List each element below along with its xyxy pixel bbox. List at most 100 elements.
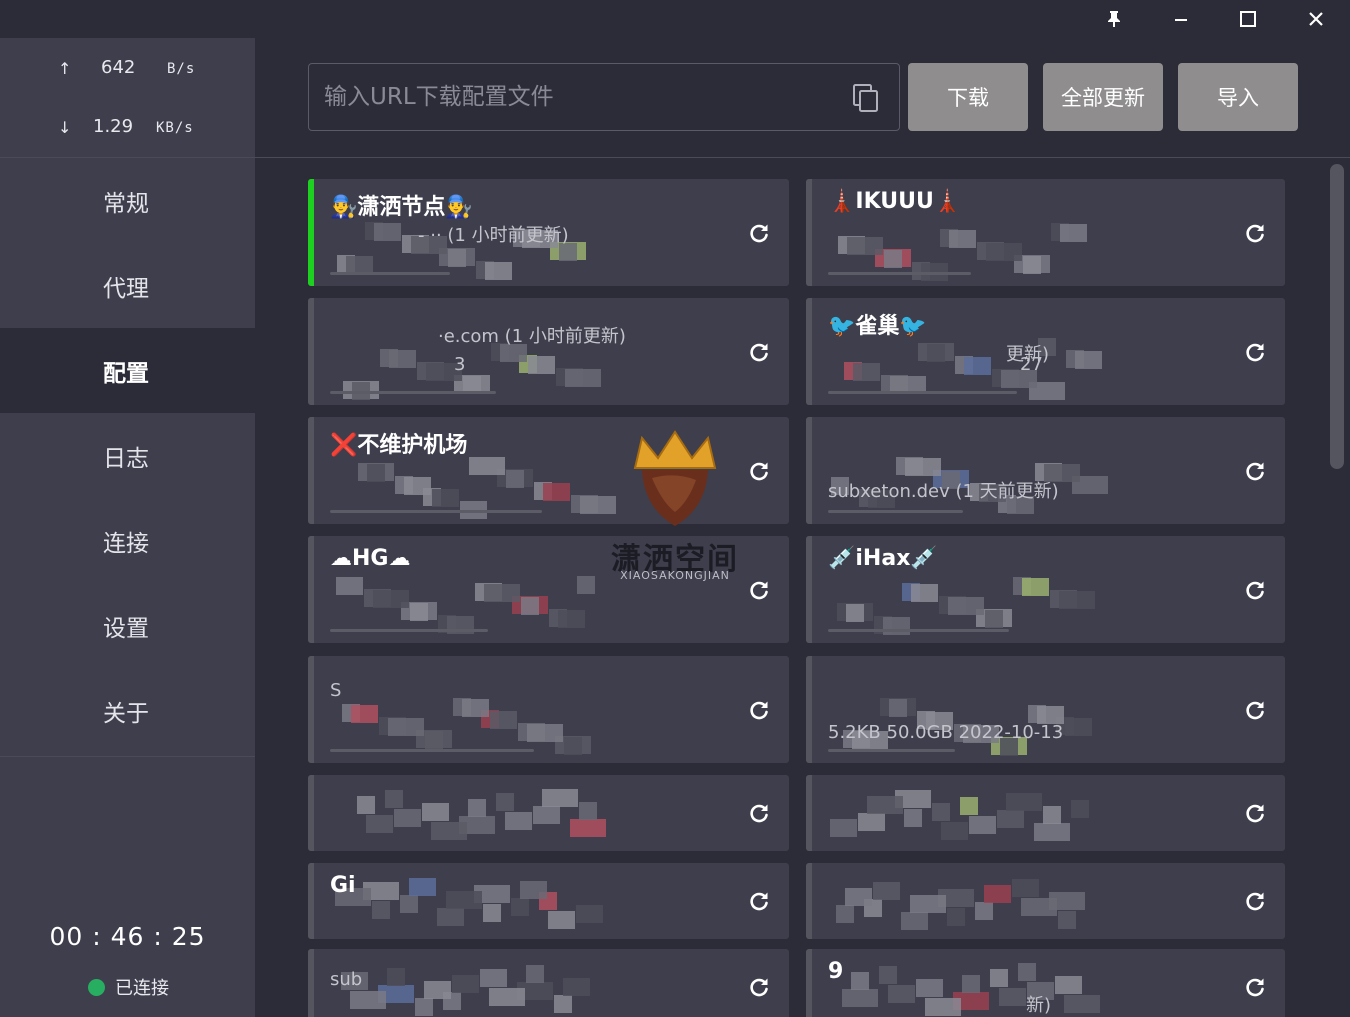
refresh-icon[interactable] [747,698,771,722]
nav-item-label: 代理 [103,275,149,302]
profile-info: 新) [1026,995,1052,1016]
profile-card[interactable]: subxeton.dev (1 天前更新) [806,417,1285,524]
nav-item-connections[interactable]: 连接 [0,498,255,583]
url-input-box [308,63,900,131]
refresh-icon[interactable] [1243,459,1267,483]
obscured-block [1055,976,1082,994]
refresh-icon[interactable] [1243,698,1267,722]
obscured-block [847,237,883,255]
nav-item-logs[interactable]: 日志 [0,413,255,498]
obscured-block [984,885,1011,903]
card-indicator [806,863,812,939]
obscured-block [1012,879,1039,897]
profile-card[interactable] [308,775,789,851]
profile-card[interactable]: sub [308,949,789,1017]
card-indicator [308,536,314,643]
obscured-block [431,822,467,840]
profile-card[interactable]: 🐦雀巢🐦 更新) 27 [806,298,1285,405]
profile-card[interactable] [806,775,1285,851]
obscured-block [842,989,878,1007]
profile-card[interactable]: 5.2KB 50.0GB 2022-10-13 [806,656,1285,763]
profile-card[interactable]: 9 新) [806,949,1285,1017]
nav-item-general[interactable]: 常规 [0,158,255,243]
scroll-thumb[interactable] [1330,164,1344,469]
obscured-block [867,796,903,814]
profile-card[interactable]: 💉iHax💉 [806,536,1285,643]
obscured-block [357,796,375,814]
profile-detail: subxeton.dev (1 天前更新) [828,481,1059,502]
obscured-block [388,718,424,736]
obscured-block [389,350,416,368]
upload-arrow-icon: ↑ [58,59,72,78]
card-indicator [806,949,812,1017]
paste-icon[interactable] [853,84,879,112]
obscured-block [521,597,539,615]
obscured-block [373,590,409,608]
obscured-block [480,969,507,987]
profile-list: 👨‍🔧潇洒节点👨‍🔧 - ·· (1 小时前更新) 🗼IKUUU🗼 ·e.com (1… [255,159,1325,1017]
card-indicator [308,863,314,939]
nav-item-profiles[interactable]: 配置 [0,328,255,413]
obscured-block [997,810,1024,828]
nav-item-settings[interactable]: 设置 [0,583,255,668]
sidebar-divider [0,756,255,757]
usage-progress-bar [330,629,488,632]
obscured-block [469,457,505,475]
obscured-block [1064,995,1100,1013]
refresh-icon[interactable] [747,221,771,245]
obscured-block [448,249,466,267]
refresh-icon[interactable] [747,975,771,999]
refresh-icon[interactable] [1243,578,1267,602]
import-button[interactable]: 导入 [1178,63,1298,131]
obscured-block [853,363,880,381]
watermark-logo: 潇洒空间 XIAOSAKONGJIAN [590,428,760,588]
obscured-block [385,790,403,808]
profile-card[interactable]: 👨‍🔧潇洒节点👨‍🔧 - ·· (1 小时前更新) [308,179,789,286]
refresh-icon[interactable] [1243,801,1267,825]
profile-card[interactable] [806,863,1285,939]
refresh-icon[interactable] [747,889,771,913]
refresh-icon[interactable] [1243,221,1267,245]
usage-progress-bar [828,510,963,513]
profile-card[interactable]: S [308,656,789,763]
profile-card[interactable]: 🗼IKUUU🗼 [806,179,1285,286]
maximize-icon[interactable] [1218,0,1278,38]
obscured-block [489,988,525,1006]
obscured-block [873,882,900,900]
profile-detail: 3 [454,354,466,375]
download-speed: ↓ 1.29 KB/s [0,114,255,144]
close-icon[interactable] [1286,0,1346,38]
obscured-block [889,699,907,717]
card-indicator [806,179,812,286]
refresh-icon[interactable] [1243,340,1267,364]
obscured-block [579,802,597,820]
obscured-block [511,898,529,916]
card-indicator [308,775,314,851]
download-unit: KB/s [156,120,194,136]
profile-card[interactable]: Gi [308,863,789,939]
refresh-icon[interactable] [747,340,771,364]
profile-list-scrollbar[interactable] [1326,159,1350,1017]
nav-item-about[interactable]: 关于 [0,668,255,753]
nav-item-proxy[interactable]: 代理 [0,243,255,328]
minimize-icon[interactable] [1151,0,1211,38]
obscured-block [372,901,390,919]
obscured-block [901,912,928,930]
pin-icon[interactable] [1084,0,1144,38]
obscured-block [542,789,578,807]
obscured-block [1071,800,1089,818]
nav-item-label: 常规 [103,190,149,217]
obscured-block [947,908,965,926]
download-button[interactable]: 下载 [908,63,1028,131]
nav-item-label: 日志 [103,445,149,472]
refresh-icon[interactable] [747,801,771,825]
obscured-block [962,975,980,993]
update-all-button[interactable]: 全部更新 [1043,63,1163,131]
url-input[interactable] [309,64,829,130]
refresh-icon[interactable] [1243,889,1267,913]
active-indicator [308,179,314,286]
obscured-block [422,803,449,821]
refresh-icon[interactable] [1243,975,1267,999]
profile-info: sub [330,969,363,990]
profile-card[interactable]: ·e.com (1 小时前更新) 3 [308,298,789,405]
